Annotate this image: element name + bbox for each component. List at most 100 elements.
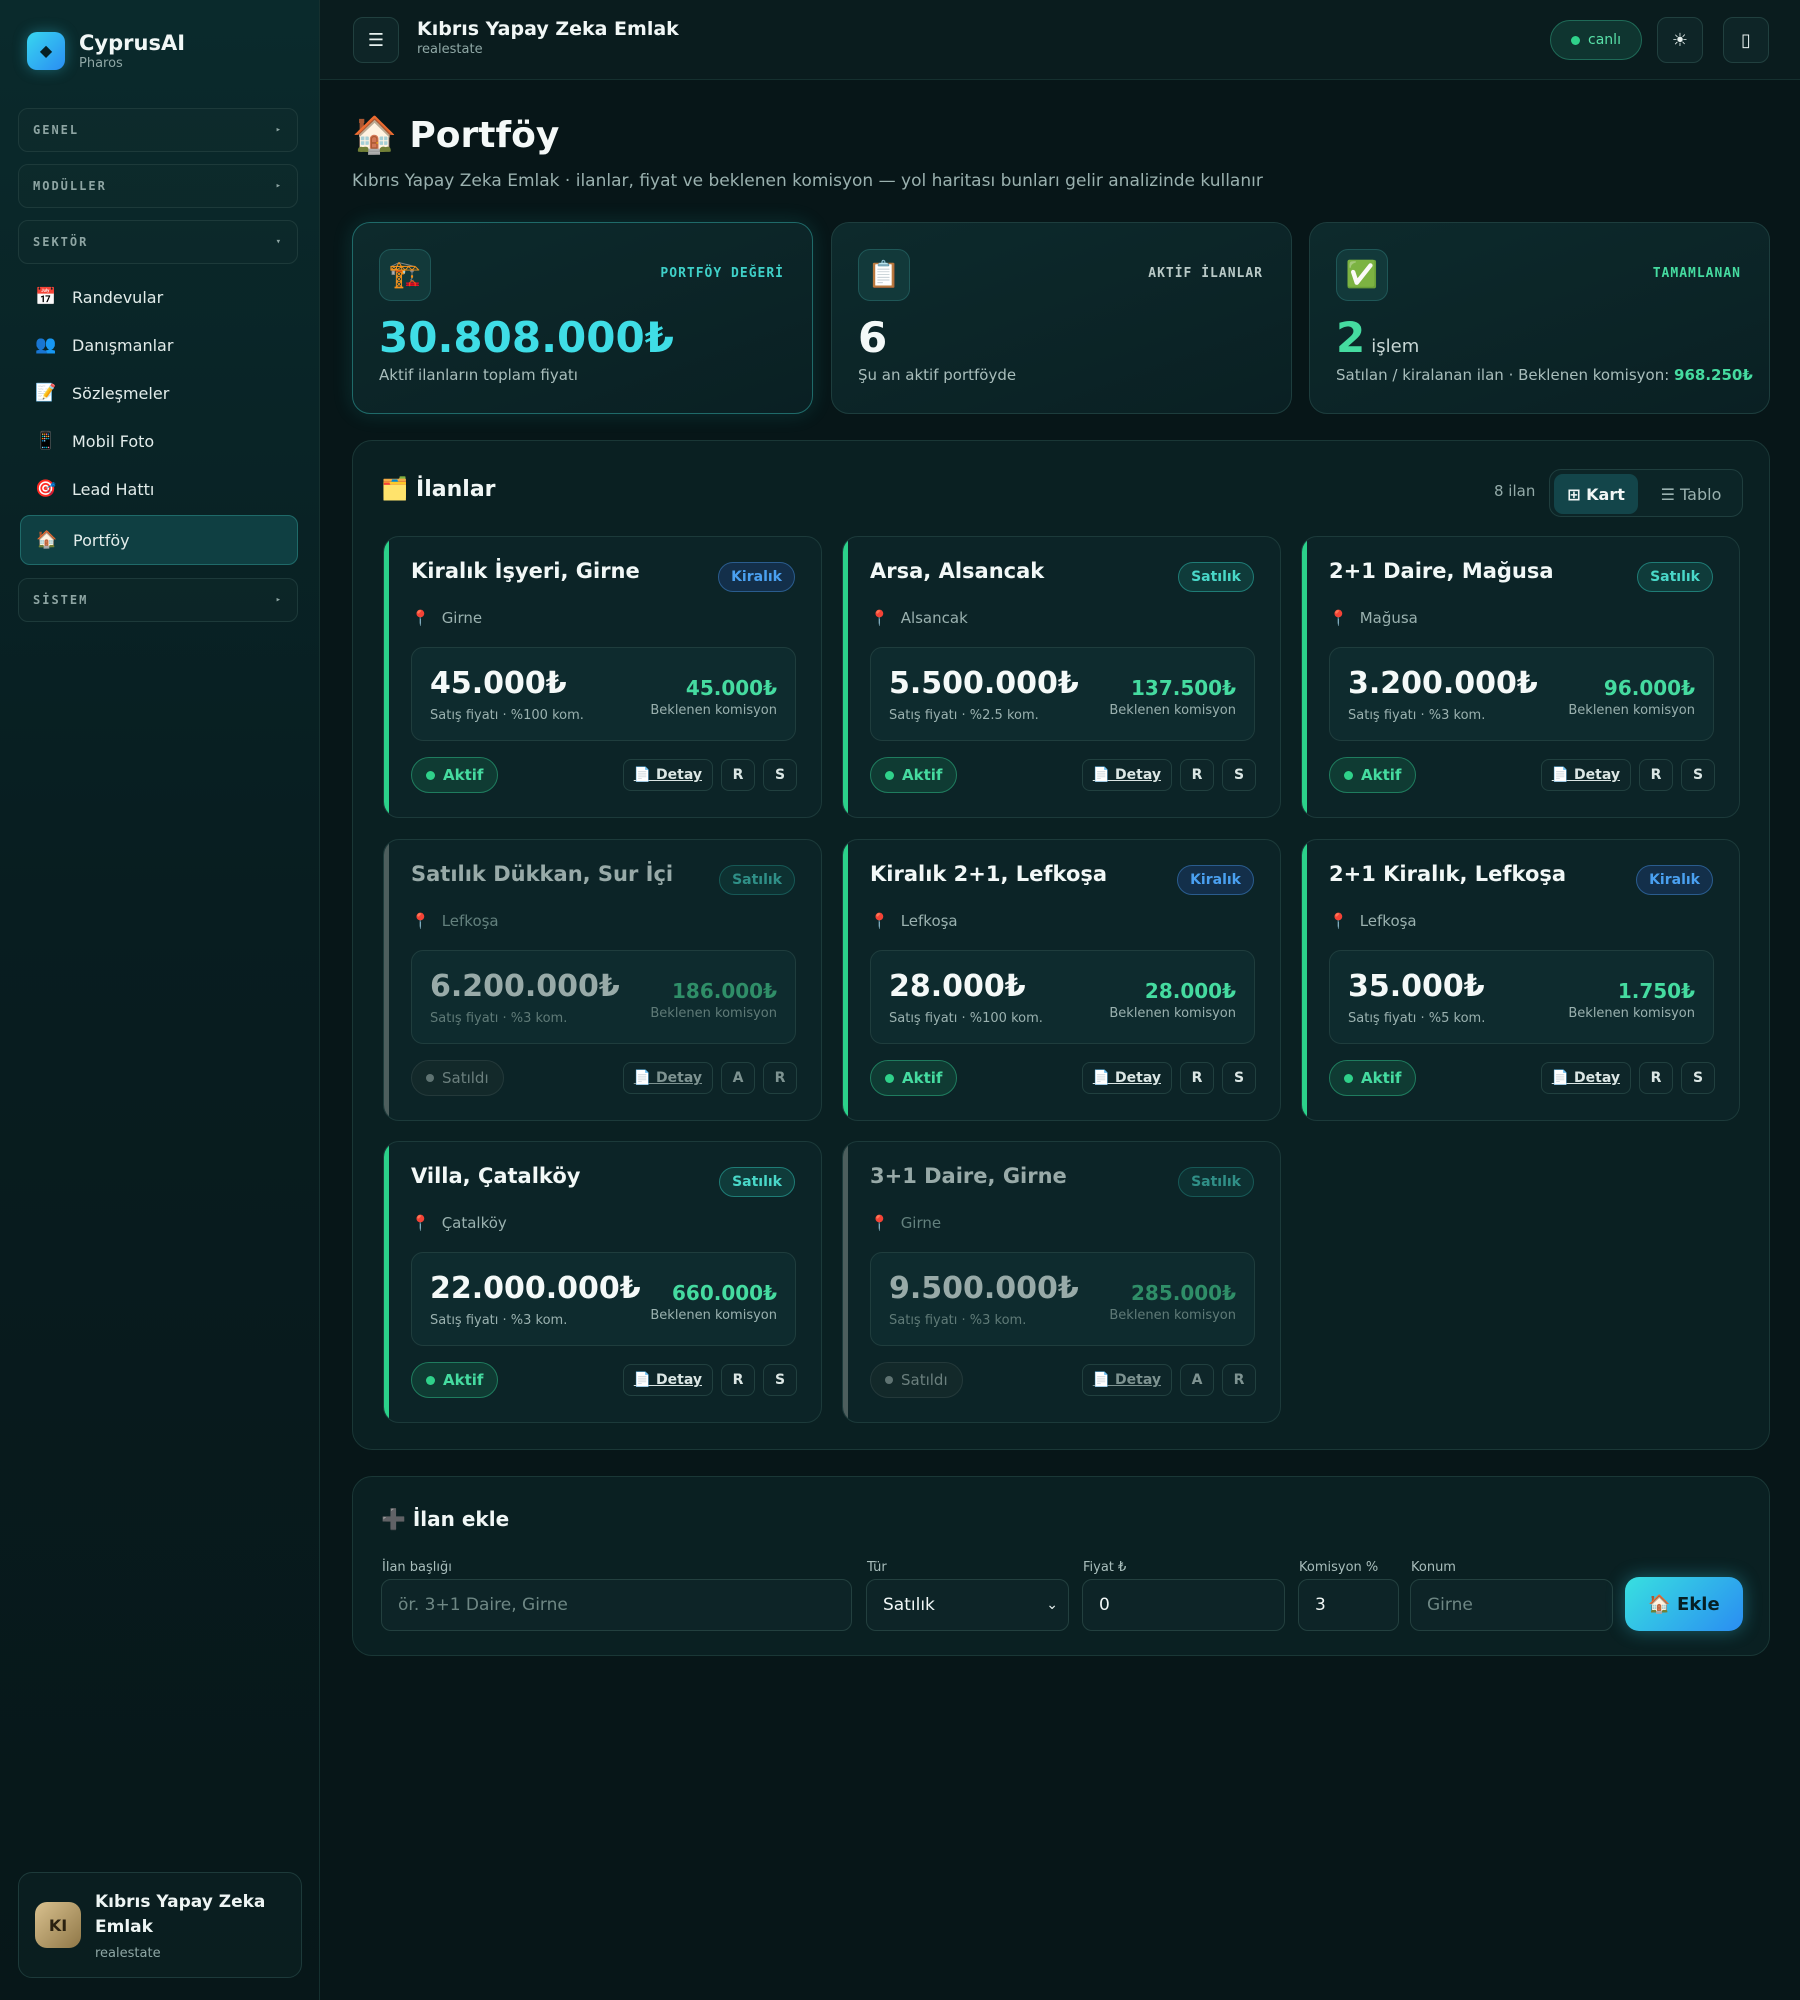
hamburger-icon: ☰ (367, 29, 385, 51)
listing-detail-button[interactable]: 📄 Detay (1540, 759, 1631, 791)
stat-label: PORTFÖY DEĞERİ (660, 266, 784, 281)
listing-status-badge[interactable]: Aktif (1329, 1060, 1417, 1096)
listing-action-s-button[interactable]: S (1681, 1062, 1715, 1094)
listing-action-r-button[interactable]: R (721, 759, 755, 791)
price-box: 22.000.000₺ Satış fiyatı · %3 kom. 660.0… (411, 1252, 796, 1346)
pin-icon: 📍 (870, 912, 889, 930)
listing-action-a-button[interactable]: A (721, 1062, 755, 1094)
user-sub: realestate (95, 1945, 161, 1961)
listing-status-label: Aktif (443, 1371, 484, 1389)
memo-icon: 📝 (35, 383, 57, 403)
sidebar-group-sistem[interactable]: SİSTEM ▸ (18, 578, 298, 622)
theme-toggle-button[interactable]: ☀ (1657, 17, 1703, 63)
user-card[interactable]: KI Kıbrıs Yapay Zeka Emlak realestate (18, 1872, 302, 1978)
listing-card[interactable]: Satılık Dükkan, Sur İçi Satılık 📍 Lefkoş… (383, 839, 822, 1121)
listing-action-s-button[interactable]: S (763, 759, 797, 791)
listing-title: Kiralık İşyeri, Girne (411, 559, 640, 583)
listing-action-a-button[interactable]: A (1180, 1364, 1214, 1396)
listing-card[interactable]: 3+1 Daire, Girne Satılık 📍 Girne 9.500.0… (842, 1141, 1281, 1423)
status-dot-icon (885, 1376, 893, 1384)
listing-commission-sub: Beklenen komisyon (1109, 703, 1236, 718)
listing-card[interactable]: 2+1 Kiralık, Lefkoşa Kiralık 📍 Lefkoşa 3… (1301, 839, 1740, 1121)
listing-action-s-button[interactable]: S (763, 1364, 797, 1396)
listing-card[interactable]: 2+1 Daire, Mağusa Satılık 📍 Mağusa 3.200… (1301, 536, 1740, 818)
sidebar-group-sektor[interactable]: SEKTÖR ▾ (18, 220, 298, 264)
check-icon: ✅ (1336, 249, 1388, 301)
sidebar-item-randevular[interactable]: 📅 Randevular (20, 274, 298, 320)
view-card-button[interactable]: ⊞ Kart (1554, 474, 1638, 514)
listing-commission: 96.000₺ (1603, 676, 1695, 700)
listing-detail-button[interactable]: 📄 Detay (1081, 759, 1172, 791)
add-listing-panel: ➕ İlan ekle İlan başlığı ör. 3+1 Daire, … (352, 1476, 1770, 1656)
listing-action-r-button[interactable]: R (1180, 759, 1214, 791)
listing-location: 📍 Lefkoşa (411, 912, 499, 930)
listing-price: 22.000.000₺ (430, 1271, 641, 1306)
listing-detail-button[interactable]: 📄 Detay (1540, 1062, 1631, 1094)
device-button[interactable]: ▯ (1723, 17, 1769, 63)
price-field-label: Fiyat ₺ (1083, 1560, 1127, 1575)
listing-commission-sub: Beklenen komisyon (650, 1308, 777, 1323)
listing-status-badge[interactable]: Aktif (870, 1060, 958, 1096)
listing-commission-sub: Beklenen komisyon (1109, 1006, 1236, 1021)
sidebar-item-danismanlar[interactable]: 👥 Danışmanlar (20, 322, 298, 368)
listing-status-badge[interactable]: Aktif (411, 1362, 499, 1398)
listing-commission: 1.750₺ (1617, 979, 1695, 1003)
listing-price: 6.200.000₺ (430, 969, 620, 1004)
listing-detail-button[interactable]: 📄 Detay (1081, 1062, 1172, 1094)
listing-status-badge[interactable]: Satıldı (411, 1060, 504, 1096)
listing-card[interactable]: Arsa, Alsancak Satılık 📍 Alsancak 5.500.… (842, 536, 1281, 818)
stat-number: 30.808.000₺ (379, 313, 674, 362)
listing-location: 📍 Girne (411, 609, 482, 627)
sidebar-item-label: Lead Hattı (72, 479, 155, 499)
listing-card[interactable]: Villa, Çatalköy Satılık 📍 Çatalköy 22.00… (383, 1141, 822, 1423)
view-table-button[interactable]: ☰ Tablo (1646, 474, 1736, 514)
listing-action-r-button[interactable]: R (1639, 1062, 1673, 1094)
sidebar-item-portfoy[interactable]: 🏠 Portföy (20, 515, 298, 565)
sidebar-group-moduller[interactable]: MODÜLLER ▸ (18, 164, 298, 208)
add-listing-button[interactable]: 🏠 Ekle (1625, 1577, 1743, 1631)
page-title: 🏠 Portföy (352, 115, 560, 156)
listing-status-badge[interactable]: Aktif (411, 757, 499, 793)
listing-price-sub: Satış fiyatı · %3 kom. (430, 1011, 568, 1026)
type-field-label: Tür (867, 1560, 887, 1575)
listing-detail-button[interactable]: 📄 Detay (622, 1062, 713, 1094)
location-input[interactable]: Girne (1410, 1579, 1613, 1631)
pin-icon: 📍 (1329, 609, 1348, 627)
listing-location-label: Girne (441, 609, 483, 627)
price-input[interactable]: 0 (1082, 1579, 1285, 1631)
listing-card[interactable]: Kiralık 2+1, Lefkoşa Kiralık 📍 Lefkoşa 2… (842, 839, 1281, 1121)
menu-button[interactable]: ☰ (353, 17, 399, 63)
status-dot-icon (1344, 770, 1353, 780)
commission-input[interactable]: 3 (1298, 1579, 1399, 1631)
listing-status-badge[interactable]: Satıldı (870, 1362, 963, 1398)
stat-card-portfolio-value: 🏗️ PORTFÖY DEĞERİ 30.808.000₺ Aktif ilan… (352, 222, 813, 414)
listing-commission-sub: Beklenen komisyon (1109, 1308, 1236, 1323)
listing-detail-button[interactable]: 📄 Detay (622, 759, 713, 791)
brand[interactable]: ◆ CyprusAI Pharos (27, 30, 185, 71)
listing-status-badge[interactable]: Aktif (1329, 757, 1417, 793)
listing-location-label: Lefkoşa (900, 912, 958, 930)
listing-action-r-button[interactable]: R (1639, 759, 1673, 791)
sidebar-group-genel[interactable]: GENEL ▸ (18, 108, 298, 152)
listing-action-r-button[interactable]: R (1180, 1062, 1214, 1094)
sidebar-item-lead-hatti[interactable]: 🎯 Lead Hattı (20, 466, 298, 512)
sidebar: ◆ CyprusAI Pharos GENEL ▸ MODÜLLER ▸ SEK… (0, 0, 320, 2000)
sidebar-item-mobil-foto[interactable]: 📱 Mobil Foto (20, 418, 298, 464)
sidebar-item-sozlesmeler[interactable]: 📝 Sözleşmeler (20, 370, 298, 416)
listing-action-s-button[interactable]: S (1681, 759, 1715, 791)
title-input[interactable]: ör. 3+1 Daire, Girne (381, 1579, 852, 1631)
listing-card[interactable]: Kiralık İşyeri, Girne Kiralık 📍 Girne 45… (383, 536, 822, 818)
stat-card-active-listings: 📋 AKTİF İLANLAR 6 Şu an aktif portföyde (831, 222, 1292, 414)
listing-action-r-button[interactable]: R (763, 1062, 797, 1094)
listing-price: 45.000₺ (430, 666, 567, 701)
listing-action-r-button[interactable]: R (1222, 1364, 1256, 1396)
listing-action-r-button[interactable]: R (721, 1364, 755, 1396)
listing-detail-button[interactable]: 📄 Detay (622, 1364, 713, 1396)
listing-action-s-button[interactable]: S (1222, 1062, 1256, 1094)
type-select[interactable]: Satılık ⌄ (866, 1579, 1069, 1631)
listing-detail-button[interactable]: 📄 Detay (1081, 1364, 1172, 1396)
pin-icon: 📍 (870, 1214, 889, 1232)
listing-action-s-button[interactable]: S (1222, 759, 1256, 791)
listing-status-badge[interactable]: Aktif (870, 757, 958, 793)
stat-note-highlight: 968.250₺ (1674, 366, 1753, 384)
